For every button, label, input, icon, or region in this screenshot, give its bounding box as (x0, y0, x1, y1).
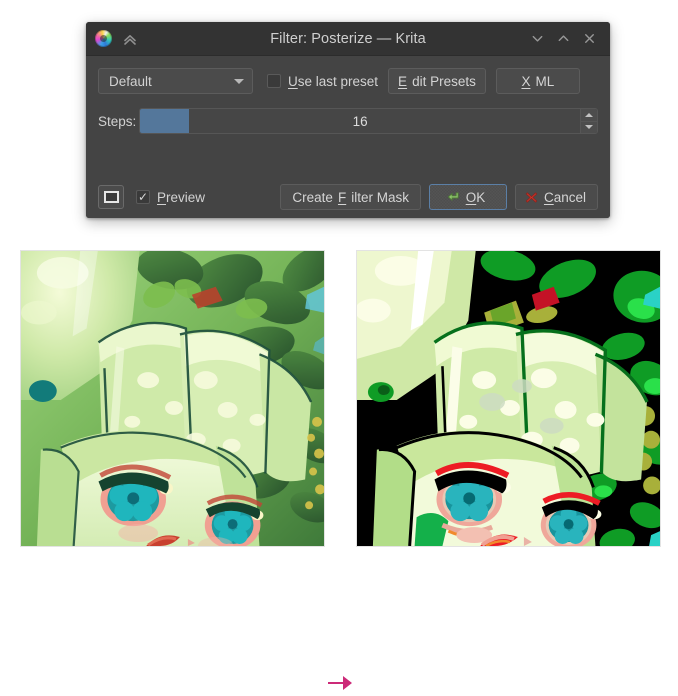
edit-presets-accel: E (398, 73, 408, 89)
use-last-preset-accel: U (288, 73, 298, 89)
xml-button[interactable]: X ML (495, 68, 580, 94)
close-button[interactable] (582, 31, 597, 46)
steps-slider-fill (140, 109, 189, 133)
create-filter-mask-accel: F (337, 189, 347, 205)
posterized-artwork-preview (356, 250, 661, 547)
ok-label: OK (466, 190, 486, 205)
preview-rectangle-icon (103, 191, 119, 203)
titlebar-left-icons (86, 30, 138, 47)
create-filter-mask-prefix: Create (292, 189, 333, 205)
steps-slider-track[interactable]: 16 (140, 109, 580, 133)
preview-label: Preview (157, 190, 205, 205)
posterize-filter-dialog: Filter: Posterize — Krita Default Use la… (86, 22, 610, 218)
use-last-preset-label: Use last preset (288, 74, 378, 89)
preview-accel: P (157, 189, 167, 205)
preview-checkbox[interactable]: ✓ Preview (136, 190, 205, 205)
preview-checkbox-box: ✓ (136, 190, 150, 204)
edit-presets-button[interactable]: Edit Presets (388, 68, 486, 94)
preview-label-rest: review (166, 189, 206, 205)
preset-row: Default Use last preset Edit Presets X ML (98, 67, 598, 95)
create-filter-mask-button[interactable]: Create Filter Mask (280, 184, 421, 210)
dialog-footer: ✓ Preview Create Filter Mask OK Cancel (86, 176, 610, 218)
steps-row: Steps: 16 (98, 108, 598, 134)
cancel-label-rest: ancel (553, 189, 586, 205)
preview-toggle-button[interactable] (98, 185, 124, 209)
steps-label: Steps: (98, 113, 137, 129)
red-x-icon (524, 190, 539, 205)
shade-button[interactable] (530, 31, 545, 46)
unshade-button[interactable] (556, 31, 571, 46)
cancel-accel: C (543, 189, 554, 205)
cancel-button[interactable]: Cancel (514, 184, 598, 210)
enter-arrow-icon (446, 190, 461, 205)
dialog-body: Default Use last preset Edit Presets X ML… (86, 56, 610, 176)
steps-spinner (580, 109, 597, 133)
window-controls (530, 31, 610, 46)
ok-button[interactable]: OK (428, 184, 507, 210)
dialog-filler-space (98, 134, 598, 176)
original-artwork-preview (20, 250, 325, 547)
use-last-preset-checkbox[interactable]: Use last preset (267, 74, 378, 89)
create-filter-mask-label-rest: ilter Mask (351, 189, 409, 205)
xml-accel: X (521, 73, 531, 89)
krita-logo-icon (95, 30, 112, 47)
edit-presets-label-rest: dit Presets (412, 73, 476, 89)
before-after-comparison (0, 250, 678, 690)
triangle-up-icon (585, 112, 593, 117)
steps-slider-spinbox[interactable]: 16 (139, 108, 598, 134)
ok-label-rest: K (476, 189, 486, 205)
steps-spin-up-button[interactable] (581, 109, 597, 121)
dialog-titlebar[interactable]: Filter: Posterize — Krita (86, 22, 610, 56)
chevron-down-icon (234, 78, 244, 84)
ok-accel: O (465, 189, 477, 205)
use-last-preset-label-rest: se last preset (297, 73, 379, 89)
arrow-right-icon (326, 670, 354, 696)
steps-spin-down-button[interactable] (581, 120, 597, 134)
double-chevron-up-icon[interactable] (122, 31, 138, 47)
steps-value: 16 (352, 113, 368, 129)
use-last-preset-checkbox-box (267, 74, 281, 88)
cancel-label: Cancel (544, 190, 586, 205)
xml-label-rest: ML (535, 73, 555, 89)
preset-combobox[interactable]: Default (98, 68, 253, 94)
preset-combobox-value: Default (109, 73, 152, 89)
triangle-down-icon (585, 125, 593, 130)
